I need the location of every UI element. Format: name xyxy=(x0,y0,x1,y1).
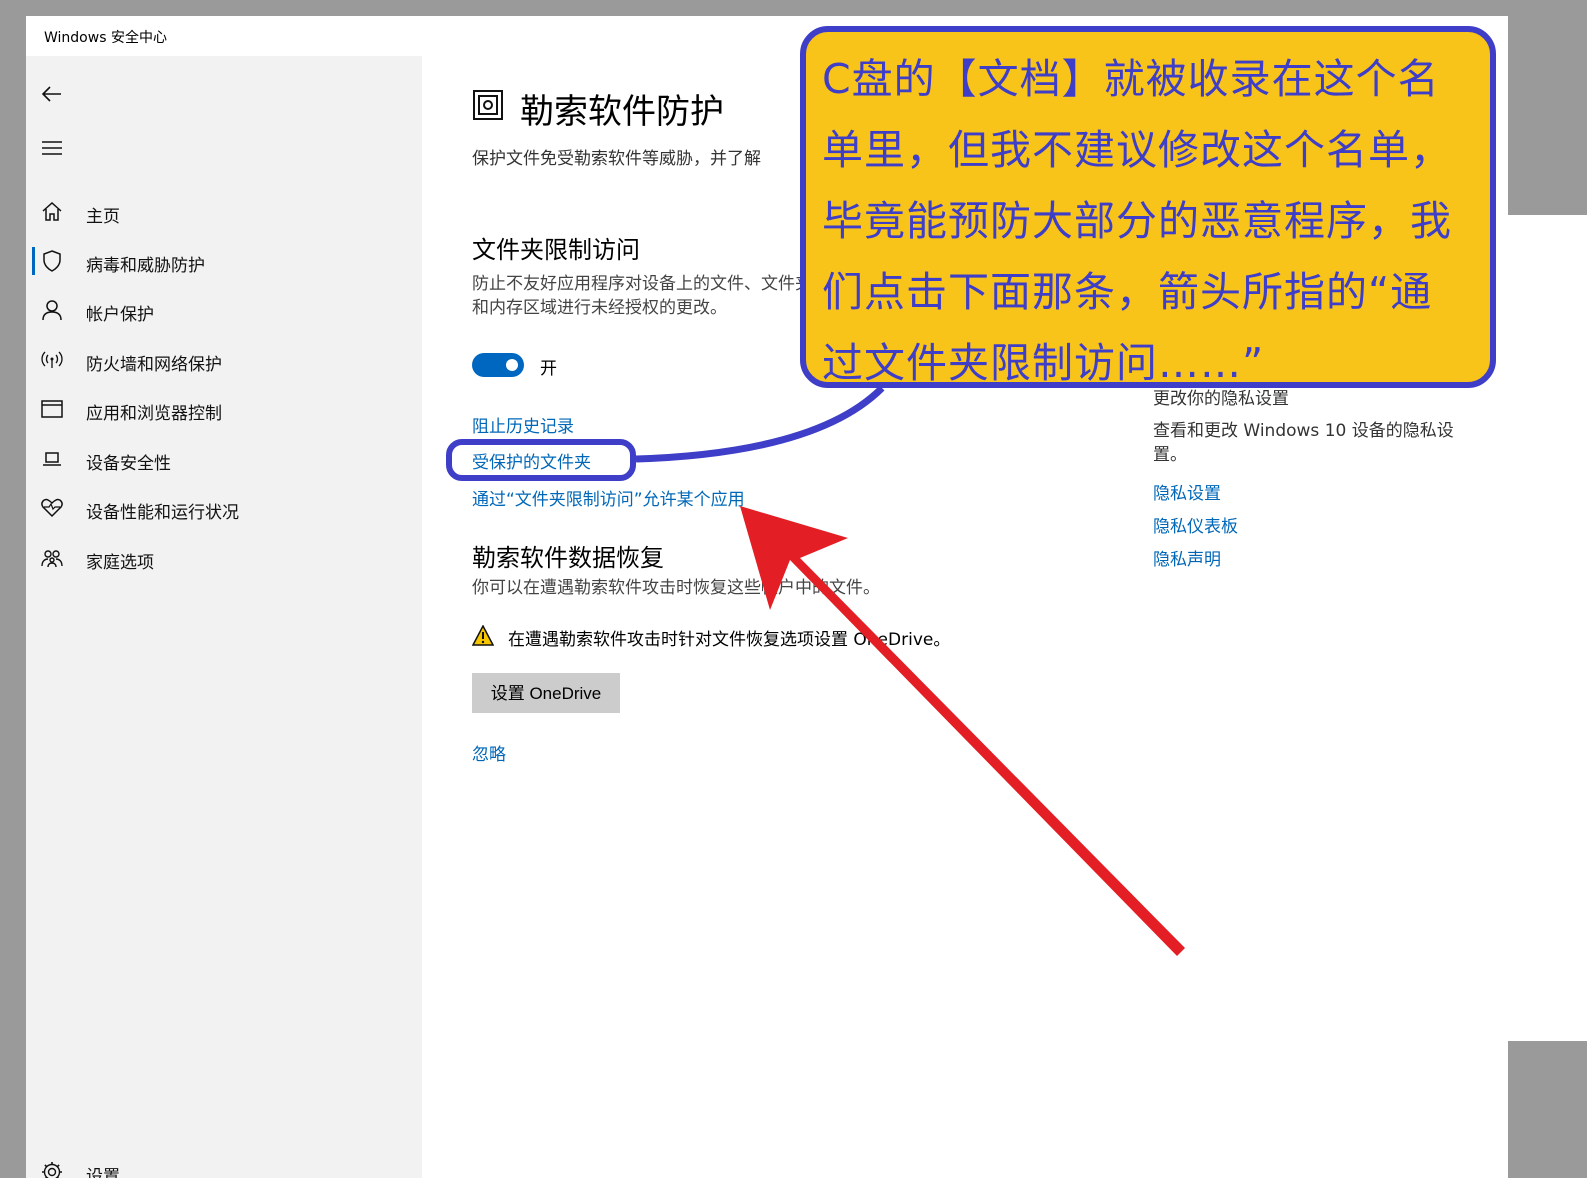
toggle-state-label: 开 xyxy=(540,359,557,379)
sidebar-item-device-health[interactable]: 设备性能和运行状况 xyxy=(26,486,422,530)
folder-access-toggle[interactable] xyxy=(472,353,524,377)
sidebar-item-label: 设备安全性 xyxy=(86,454,171,474)
annotation-callout: C盘的【文档】就被收录在这个名单里，但我不建议修改这个名单，毕竟能预防大部分的恶… xyxy=(800,26,1496,388)
sidebar-item-firewall[interactable]: 防火墙和网络保护 xyxy=(26,338,422,382)
sidebar-item-device-security[interactable]: 设备安全性 xyxy=(26,437,422,481)
sidebar-item-app-browser[interactable]: 应用和浏览器控制 xyxy=(26,387,422,431)
sidebar-item-label: 设备性能和运行状况 xyxy=(86,503,239,523)
privacy-description: 查看和更改 Windows 10 设备的隐私设置。 xyxy=(1153,421,1454,465)
wireless-icon xyxy=(41,351,63,368)
highlight-box xyxy=(446,439,636,481)
onedrive-warning-text: 在遭遇勒索软件攻击时针对文件恢复选项设置 OneDrive。 xyxy=(508,630,951,650)
privacy-settings-link[interactable]: 隐私设置 xyxy=(1153,479,1221,504)
toggle-knob xyxy=(506,359,518,371)
sidebar-item-virus-protection[interactable]: 病毒和威胁防护 xyxy=(26,239,422,283)
privacy-dashboard-link[interactable]: 隐私仪表板 xyxy=(1153,512,1238,537)
sidebar-item-label: 应用和浏览器控制 xyxy=(86,404,222,424)
window-title: Windows 安全中心 xyxy=(44,30,167,46)
data-recovery-description: 你可以在遭遇勒索软件攻击时恢复这些帐户中的文件。 xyxy=(472,578,880,598)
person-icon xyxy=(42,300,62,321)
page-title: 勒索软件防护 xyxy=(520,92,724,132)
gear-icon xyxy=(42,1162,62,1178)
block-history-link[interactable]: 阻止历史记录 xyxy=(472,412,574,437)
privacy-statement-link[interactable]: 隐私声明 xyxy=(1153,545,1221,570)
sidebar-item-label: 病毒和威胁防护 xyxy=(86,256,205,276)
sidebar-item-account[interactable]: 帐户保护 xyxy=(26,288,422,332)
setup-onedrive-button[interactable]: 设置 OneDrive xyxy=(472,673,620,713)
callout-text: C盘的【文档】就被收录在这个名单里，但我不建议修改这个名单，毕竟能预防大部分的恶… xyxy=(822,55,1452,387)
hamburger-icon xyxy=(42,141,62,155)
allow-app-link[interactable]: 通过“文件夹限制访问”允许某个应用 xyxy=(472,485,745,510)
family-icon xyxy=(41,550,63,568)
back-arrow-icon xyxy=(41,86,61,102)
sidebar-item-label: 帐户保护 xyxy=(86,305,154,325)
settings-label: 设置 xyxy=(86,1167,120,1178)
folder-access-title: 文件夹限制访问 xyxy=(472,236,640,264)
laptop-icon xyxy=(43,452,61,466)
sidebar-item-home[interactable]: 主页 xyxy=(26,190,422,234)
home-icon xyxy=(42,201,62,221)
folder-access-description: 防止不友好应用程序对设备上的文件、文件夹和内存区域进行未经授权的更改。 xyxy=(472,274,812,318)
data-recovery-title: 勒索软件数据恢复 xyxy=(472,544,664,572)
dismiss-link[interactable]: 忽略 xyxy=(472,740,506,765)
sidebar: 主页 病毒和威胁防护 帐户保护 防火墙和网络保护 应用和浏览器控制 设备安全性 … xyxy=(26,56,422,1178)
sidebar-item-settings[interactable]: 设置 xyxy=(26,1156,422,1178)
active-indicator xyxy=(32,247,35,275)
sidebar-item-label: 家庭选项 xyxy=(86,553,154,573)
sidebar-item-label: 主页 xyxy=(86,207,120,227)
back-button[interactable] xyxy=(40,82,64,106)
browser-window-icon xyxy=(41,400,63,418)
background-window xyxy=(1508,215,1587,1041)
warning-icon xyxy=(472,625,494,646)
page-description: 保护文件免受勒索软件等威胁，并了解 xyxy=(472,149,761,169)
sidebar-item-label: 防火墙和网络保护 xyxy=(86,355,222,375)
menu-button[interactable] xyxy=(40,136,64,160)
heart-icon xyxy=(41,498,63,518)
sidebar-item-family[interactable]: 家庭选项 xyxy=(26,536,422,580)
ransomware-protection-icon xyxy=(473,90,503,120)
shield-icon xyxy=(43,250,61,272)
